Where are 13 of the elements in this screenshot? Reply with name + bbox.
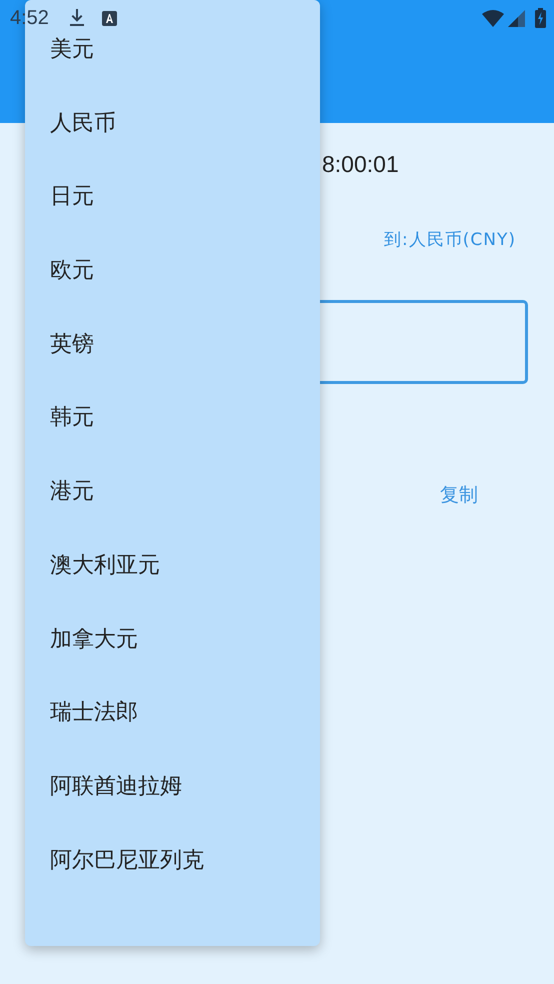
menu-item[interactable]: 日元: [50, 183, 94, 212]
menu-item[interactable]: 港元: [50, 478, 94, 506]
time-text: 8:00:01: [322, 150, 400, 178]
menu-item[interactable]: 加拿大元: [50, 626, 138, 654]
menu-item[interactable]: 欧元: [50, 257, 94, 286]
menu-item[interactable]: 瑞士法郎: [50, 699, 138, 728]
menu-item[interactable]: 英镑: [50, 330, 94, 359]
menu-item[interactable]: 美元: [50, 36, 94, 64]
menu-item[interactable]: 澳大利亚元: [50, 552, 160, 580]
menu-item[interactable]: 阿联酋迪拉姆: [50, 772, 182, 801]
menu-item[interactable]: 阿尔巴尼亚列克: [50, 846, 204, 875]
menu-item[interactable]: 韩元: [50, 404, 94, 432]
menu-item[interactable]: 人民币: [50, 110, 116, 138]
